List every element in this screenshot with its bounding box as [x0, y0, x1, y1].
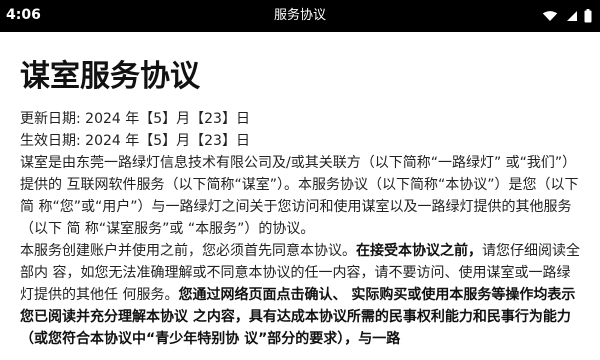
paragraph-2-bold-1: 在接受本协议之前， — [356, 243, 482, 259]
effective-date: 生效日期: 2024 年【5】月【23】日 — [20, 133, 250, 149]
status-bar: 4:06 服务协议 — [0, 0, 600, 32]
status-icons — [542, 7, 592, 25]
paragraph-2-text-start: 本服务创建账户并使用之前，您必须首先同意本协议。 — [20, 243, 356, 259]
agreement-heading: 谋室服务协议 — [20, 59, 200, 94]
page-title: 服务协议 — [273, 8, 326, 23]
battery-icon — [584, 9, 592, 23]
agreement-paragraph-2: 本服务创建账户并使用之前，您必须首先同意本协议。在接受本协议之前，请您仔细阅读全… — [20, 240, 580, 350]
agreement-content: 谋室服务协议 更新日期: 2024 年【5】月【23】日 生效日期: 2024 … — [20, 58, 580, 350]
cellular-signal-icon — [564, 10, 578, 22]
app-screen: 4:06 服务协议 谋室服务协议 更新日期: 2024 年【5】月【23】日 生… — [0, 0, 600, 360]
wifi-icon — [542, 10, 558, 22]
updated-date: 更新日期: 2024 年【5】月【23】日 — [20, 111, 250, 127]
agreement-paragraph-1: 谋室是由东莞一路绿灯信息技术有限公司及/或其关联方（以下简称“一路绿灯” 或“我… — [20, 155, 579, 237]
